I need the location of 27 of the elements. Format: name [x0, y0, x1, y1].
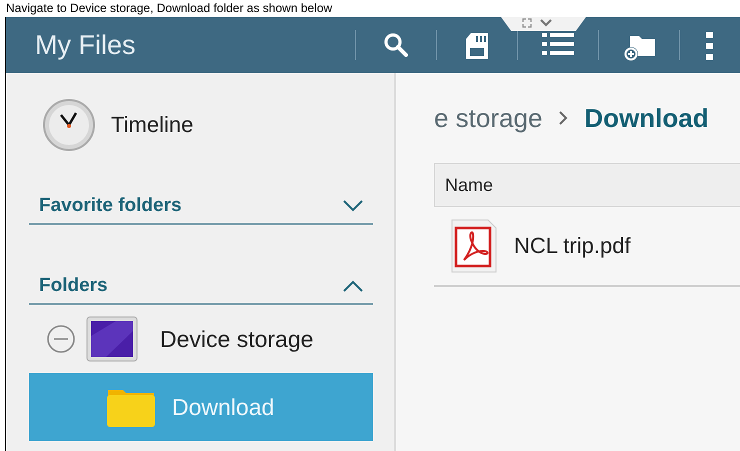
search-icon: [383, 32, 409, 58]
chevron-down-icon: [343, 200, 363, 212]
file-row[interactable]: NCL trip.pdf: [434, 207, 740, 287]
chevron-up-icon: [343, 280, 363, 292]
chevron-down-icon: [540, 19, 552, 27]
breadcrumb-item[interactable]: Download: [584, 102, 709, 134]
expand-icon: [522, 18, 532, 28]
timeline-label[interactable]: Timeline: [111, 112, 194, 138]
tree-node[interactable]: Device storage: [29, 305, 373, 373]
section-title: Favorite folders: [39, 195, 182, 217]
caption-text: Navigate to Device storage, Download folder as shown below: [5, 0, 334, 17]
section-header[interactable]: Favorite folders: [29, 179, 373, 225]
pdf-file-icon: [450, 218, 498, 274]
list-icon: [542, 32, 574, 56]
node-label: Device storage: [160, 326, 314, 352]
chevron-right-icon: [558, 110, 568, 126]
app-title: My Files: [34, 30, 136, 60]
storage-icon: [86, 316, 138, 362]
column-header[interactable]: Name: [435, 174, 494, 196]
sd-card-icon: [465, 32, 489, 60]
collapse-icon[interactable]: [46, 324, 76, 354]
section-header[interactable]: Folders: [29, 259, 373, 305]
section-title: Folders: [39, 275, 108, 297]
clock-icon: [42, 98, 96, 152]
more-icon: [706, 32, 714, 60]
file-name: NCL trip.pdf: [514, 233, 631, 259]
breadcrumb-item[interactable]: e storage: [434, 102, 542, 134]
